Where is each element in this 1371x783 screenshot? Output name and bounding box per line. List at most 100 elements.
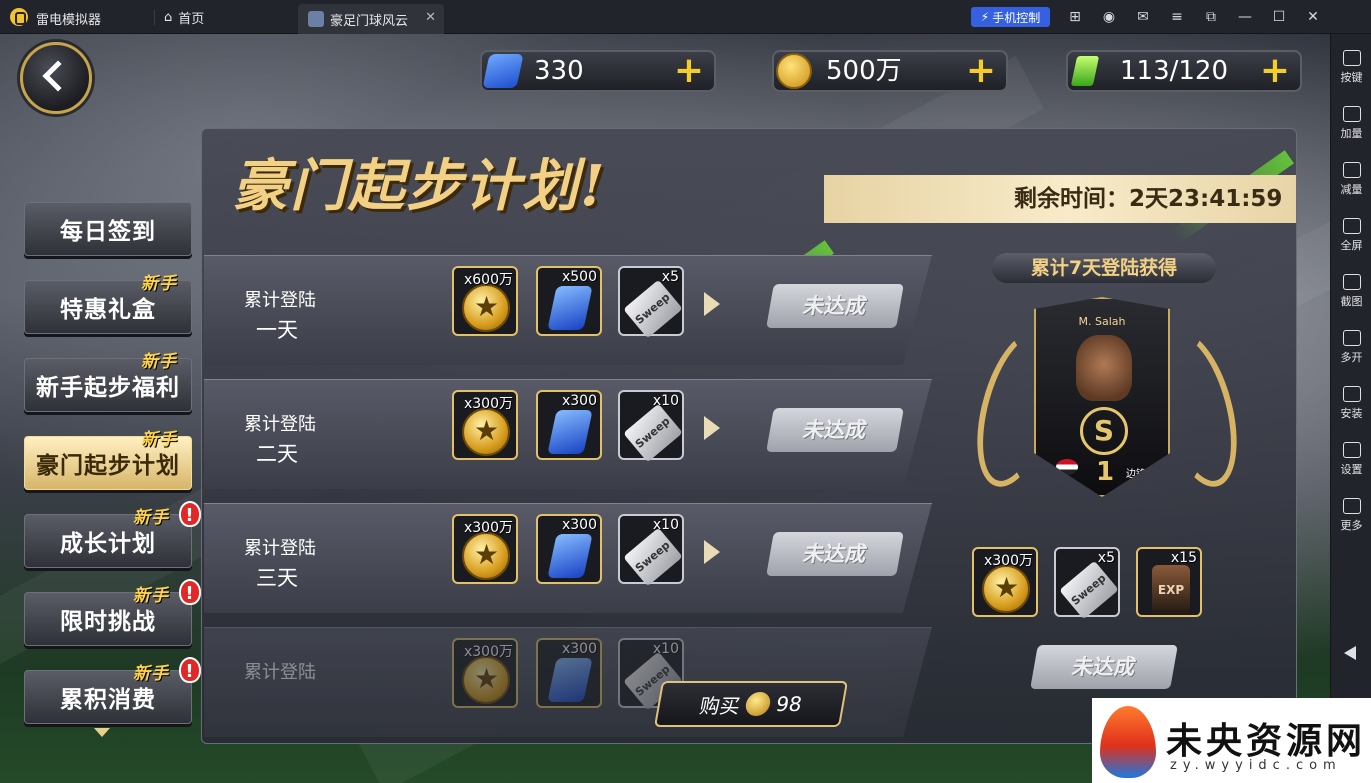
coin-icon [462, 656, 510, 704]
item-qty: x300万 [983, 553, 1033, 569]
tab-game[interactable]: 豪足门球风云 ✕ [298, 4, 444, 34]
volume-up-icon [1342, 106, 1361, 122]
reward-sweep[interactable]: Sweep x5 [1054, 547, 1120, 620]
tab-home[interactable]: ⌂ 首页 [164, 6, 204, 28]
menu-item-gift-box[interactable]: 特惠礼盒 新手 [24, 274, 192, 334]
maximize-icon[interactable]: ☐ [1270, 8, 1288, 26]
exp-potion-icon: EXP [1152, 565, 1190, 615]
coin-icon [462, 532, 510, 580]
menu-item-label: 成长计划 [60, 531, 156, 557]
energy-value: 113/120 [1120, 56, 1229, 86]
menu-item-time-challenge[interactable]: 限时挑战 新手 ! [24, 579, 201, 646]
sidebar-item-screenshot[interactable]: 截图 [1331, 274, 1371, 309]
phone-control-button[interactable]: ⚡ 手机控制 [971, 7, 1050, 27]
item-qty: x10 [652, 393, 679, 409]
sidebar-item-volume-up[interactable]: 加量 [1331, 106, 1371, 141]
reward-exp[interactable]: EXP x15 [1136, 547, 1202, 617]
sidebar-item-label: 更多 [1340, 519, 1363, 532]
add-coins-button[interactable]: + [966, 52, 996, 90]
buy-button[interactable]: 购买 98 [653, 681, 849, 727]
row-label: 累计登陆 [244, 538, 316, 559]
alert-icon: ! [179, 501, 201, 527]
sidebar-item-volume-down[interactable]: 减量 [1331, 162, 1371, 197]
item-qty: x300 [561, 393, 597, 409]
back-triangle-icon[interactable] [1344, 646, 1356, 660]
arrow-right-icon [704, 292, 720, 316]
countdown-timer: 剩余时间：2天23:41:59 [824, 175, 1296, 223]
sidebar-item-label: 全屏 [1340, 239, 1363, 252]
reward-coins[interactable]: x300万 [452, 638, 518, 708]
reward-gems[interactable]: x300 [536, 514, 602, 584]
reward-gems[interactable]: x300 [536, 390, 602, 460]
chevron-left-icon [42, 60, 74, 92]
player-card[interactable]: M. Salah S 1 边锋 [1034, 297, 1170, 497]
reward-coins[interactable]: x300万 [452, 390, 518, 460]
reward-row: 累计登陆 二天 x300万 x300 Sweepx10 未达成 [204, 379, 932, 489]
row-label: 累计登陆 [244, 662, 316, 683]
item-qty: x300 [561, 641, 597, 657]
menu-item-growth-plan[interactable]: 成长计划 新手 ! [24, 501, 201, 568]
new-badge: 新手 [141, 430, 177, 450]
menu-item-daily-checkin[interactable]: 每日签到 [24, 202, 192, 256]
sidebar-item-install[interactable]: 安装 [1331, 386, 1371, 421]
row-day: 一天 [256, 318, 298, 342]
menu-item-label: 特惠礼盒 [60, 297, 156, 323]
reward-gems[interactable]: x500 [536, 266, 602, 336]
menu-icon[interactable]: ≡ [1168, 8, 1186, 26]
sidebar-item-label: 多开 [1340, 351, 1363, 364]
menu-item-club-plan[interactable]: 豪门起步计划 新手 [24, 430, 192, 490]
mail-icon[interactable]: ✉ [1134, 8, 1152, 26]
sidebar-item-label: 加量 [1340, 127, 1363, 140]
row-day: 二天 [256, 442, 298, 466]
sidebar-item-label: 安装 [1340, 407, 1363, 420]
egypt-flag-icon [1056, 459, 1078, 475]
menu-item-spending[interactable]: 累积消费 新手 ! [24, 657, 201, 724]
gem-icon [547, 534, 593, 578]
claim-button[interactable]: 未达成 [766, 284, 904, 328]
keyboard-icon [1342, 50, 1361, 66]
item-qty: x5 [661, 269, 679, 285]
item-qty: x15 [1170, 550, 1197, 566]
sidebar-item-settings[interactable]: 设置 [1331, 442, 1371, 477]
gamepad-icon[interactable]: ⊞ [1066, 8, 1084, 26]
menu-item-newbie-welfare[interactable]: 新手起步福利 新手 [24, 352, 192, 412]
reward-coins[interactable]: x600万 [452, 266, 518, 336]
claim-button[interactable]: 未达成 [766, 532, 904, 576]
new-badge: 新手 [133, 508, 169, 528]
alert-icon: ! [179, 657, 201, 683]
sidebar-item-fullscreen[interactable]: 全屏 [1331, 218, 1371, 253]
reward-sweep[interactable]: Sweep x10 [618, 390, 684, 463]
close-tab-icon[interactable]: ✕ [425, 10, 436, 25]
fullscreen-icon [1342, 218, 1361, 234]
reward-sweep[interactable]: Sweep x5 [618, 266, 684, 339]
user-icon[interactable]: ◉ [1100, 8, 1118, 26]
alert-icon: ! [179, 579, 201, 605]
arrow-right-icon [704, 540, 720, 564]
multi-instance-icon [1342, 330, 1361, 346]
new-badge: 新手 [141, 274, 177, 294]
sidebar-item-multi[interactable]: 多开 [1331, 330, 1371, 365]
reward-sweep[interactable]: Sweep x10 [618, 514, 684, 587]
sidebar-item-label: 截图 [1340, 295, 1363, 308]
sidebar-item-more[interactable]: 更多 [1331, 498, 1371, 533]
add-gems-button[interactable]: + [674, 52, 704, 90]
add-energy-button[interactable]: + [1260, 52, 1290, 90]
page-title: 豪门起步计划! [232, 153, 607, 219]
restore-icon[interactable]: ⧉ [1202, 8, 1220, 26]
item-qty: x300万 [463, 396, 513, 412]
reward-coins[interactable]: x300万 [452, 514, 518, 584]
back-button[interactable] [20, 42, 92, 114]
minimize-icon[interactable]: — [1236, 8, 1254, 26]
gem-icon [482, 54, 524, 88]
reward-heading: 累计7天登陆获得 [992, 253, 1216, 283]
reward-coins[interactable]: x300万 [972, 547, 1038, 617]
reward-gems[interactable]: x300 [536, 638, 602, 708]
sidebar-item-keys[interactable]: 按键 [1331, 50, 1371, 85]
claim-final-button[interactable]: 未达成 [1030, 645, 1178, 689]
scroll-down-icon[interactable] [94, 728, 110, 737]
claim-button[interactable]: 未达成 [766, 408, 904, 452]
menu-item-label: 新手起步福利 [36, 375, 180, 401]
close-window-icon[interactable]: ✕ [1304, 8, 1322, 26]
row-label: 累计登陆 [244, 414, 316, 435]
gem-icon [547, 658, 593, 702]
